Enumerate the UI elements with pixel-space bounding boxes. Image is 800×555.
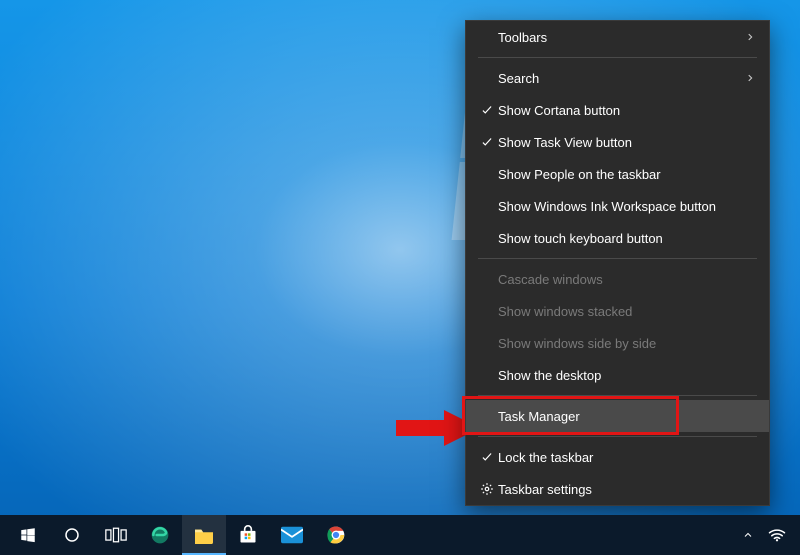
menu-item-show-cortana-button[interactable]: Show Cortana button [466, 94, 769, 126]
check-icon [476, 135, 498, 149]
menu-separator [478, 258, 757, 259]
chevron-right-icon [745, 30, 755, 45]
menu-item-label: Show windows side by side [498, 336, 755, 351]
menu-item-label: Lock the taskbar [498, 450, 755, 465]
menu-item-taskbar-settings[interactable]: Taskbar settings [466, 473, 769, 505]
menu-item-show-the-desktop[interactable]: Show the desktop [466, 359, 769, 391]
mail-icon[interactable] [270, 515, 314, 555]
menu-separator [478, 395, 757, 396]
menu-item-label: Show Cortana button [498, 103, 755, 118]
menu-item-cascade-windows: Cascade windows [466, 263, 769, 295]
menu-item-show-people-on-the-taskbar[interactable]: Show People on the taskbar [466, 158, 769, 190]
start-button[interactable] [6, 515, 50, 555]
edge-icon[interactable] [138, 515, 182, 555]
tray-chevron-icon[interactable] [742, 529, 754, 541]
menu-item-task-manager[interactable]: Task Manager [466, 400, 769, 432]
wifi-icon[interactable] [768, 528, 786, 542]
menu-item-lock-the-taskbar[interactable]: Lock the taskbar [466, 441, 769, 473]
task-view-button[interactable] [94, 515, 138, 555]
cortana-button[interactable] [50, 515, 94, 555]
menu-item-label: Show the desktop [498, 368, 755, 383]
menu-item-label: Toolbars [498, 30, 745, 45]
menu-item-search[interactable]: Search [466, 62, 769, 94]
menu-item-label: Show People on the taskbar [498, 167, 755, 182]
menu-item-label: Show windows stacked [498, 304, 755, 319]
gear-icon [476, 482, 498, 496]
menu-separator [478, 436, 757, 437]
menu-item-label: Show Task View button [498, 135, 755, 150]
menu-item-label: Cascade windows [498, 272, 755, 287]
menu-item-show-windows-side-by-side: Show windows side by side [466, 327, 769, 359]
menu-item-show-touch-keyboard-button[interactable]: Show touch keyboard button [466, 222, 769, 254]
check-icon [476, 103, 498, 117]
menu-item-label: Show Windows Ink Workspace button [498, 199, 755, 214]
check-icon [476, 450, 498, 464]
chevron-right-icon [745, 71, 755, 86]
menu-item-label: Search [498, 71, 745, 86]
menu-item-label: Show touch keyboard button [498, 231, 755, 246]
file-explorer-icon[interactable] [182, 515, 226, 555]
menu-item-show-task-view-button[interactable]: Show Task View button [466, 126, 769, 158]
taskbar-context-menu: Toolbars Search Show Cortana button Show Ta… [465, 20, 770, 506]
taskbar [0, 515, 800, 555]
microsoft-store-icon[interactable] [226, 515, 270, 555]
chrome-icon[interactable] [314, 515, 358, 555]
menu-item-label: Task Manager [498, 409, 755, 424]
menu-item-show-windows-ink-workspace-button[interactable]: Show Windows Ink Workspace button [466, 190, 769, 222]
menu-item-show-windows-stacked: Show windows stacked [466, 295, 769, 327]
menu-separator [478, 57, 757, 58]
menu-item-label: Taskbar settings [498, 482, 755, 497]
menu-item-toolbars[interactable]: Toolbars [466, 21, 769, 53]
